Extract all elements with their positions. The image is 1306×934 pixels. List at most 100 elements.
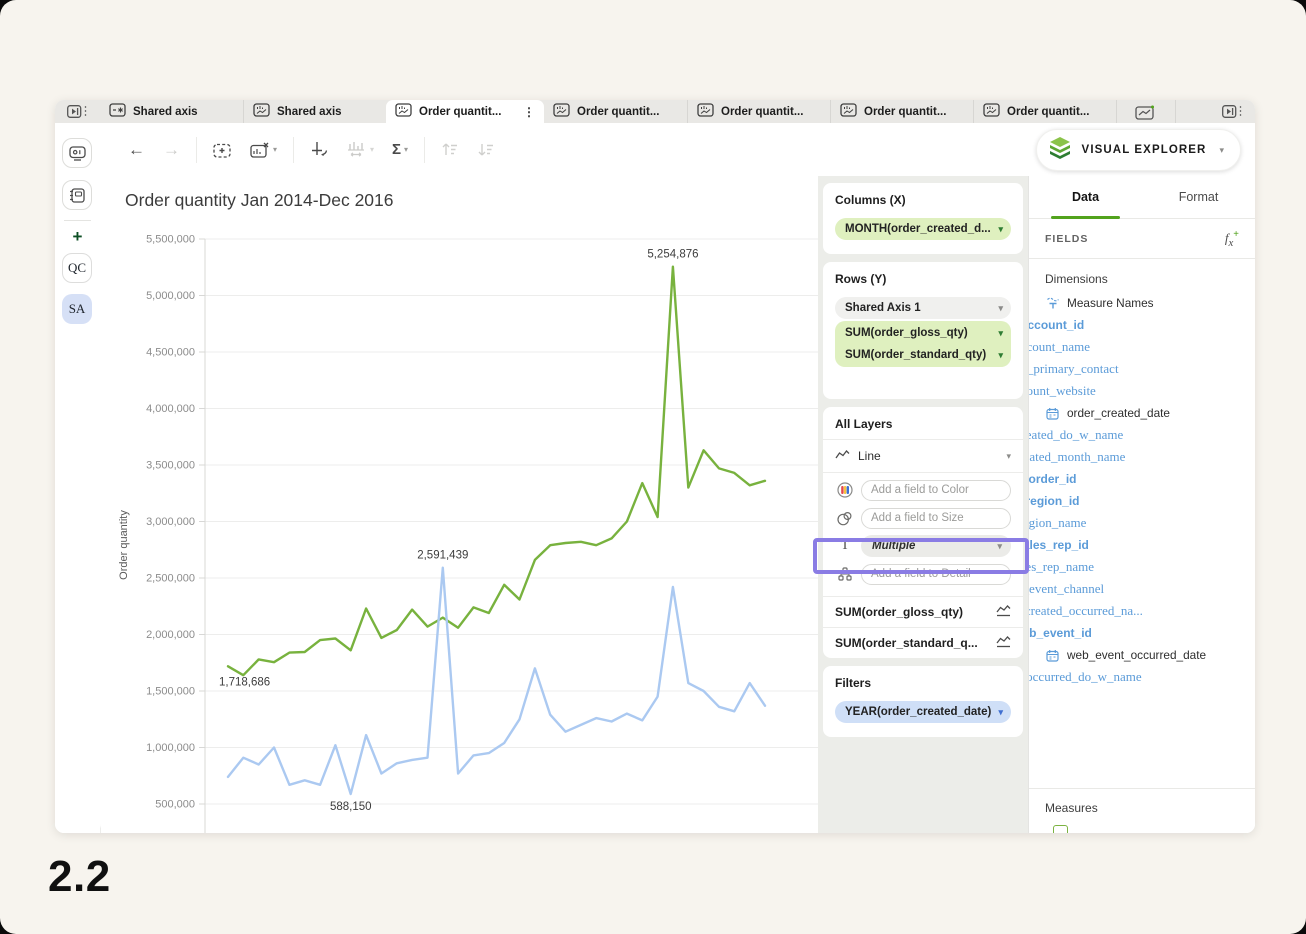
layer-field-row-text: T Multiple▾ — [835, 532, 1011, 560]
rows-field-group: SUM(order_gloss_qty)▾ SUM(order_standard… — [835, 321, 1011, 367]
layer-measure-row-1[interactable]: SUM(order_standard_q... — [823, 627, 1023, 658]
tabs: Shared axisShared axisOrder quantit...⋮O… — [100, 100, 1116, 123]
add-chart-button[interactable] — [213, 142, 232, 158]
data-annotation: 588,150 — [330, 801, 372, 813]
svg-text:5,000,000: 5,000,000 — [146, 290, 195, 302]
tab-4[interactable]: Order quantit... — [687, 100, 830, 123]
aggregate-sigma-button[interactable]: Σ ▾ — [392, 141, 408, 158]
series-line-0[interactable] — [228, 267, 765, 676]
text-field-icon: order_created_month_name — [1045, 449, 1060, 465]
bar-width-button[interactable]: ▾ — [347, 141, 374, 158]
detail-drop-target[interactable]: Add a field to Detail — [861, 564, 1011, 585]
size-drop-target[interactable]: Add a field to Size — [861, 508, 1011, 529]
field-sales-rep-id[interactable]: sales_rep_id — [1045, 534, 1247, 556]
avatar-sa[interactable]: SA — [62, 294, 92, 324]
field-web-event-id[interactable]: web_event_id — [1045, 622, 1247, 644]
measure-names-field-icon — [1045, 296, 1060, 310]
chart-canvas[interactable]: 500,0001,000,0001,500,0002,000,0002,500,… — [100, 228, 818, 833]
visual-explorer-logo-icon — [1047, 135, 1073, 166]
create-calculated-field-icon[interactable]: fx+ — [1225, 229, 1239, 249]
field-web-event-occurred-date[interactable]: web_event_occurred_date — [1045, 644, 1247, 666]
number-field-icon: account_id — [1045, 318, 1060, 332]
rows-field-pill-standard[interactable]: SUM(order_standard_qty)▾ — [835, 344, 1011, 366]
field-account-name[interactable]: account_name — [1045, 336, 1247, 358]
data-panel-tabs: Data Format — [1029, 176, 1255, 219]
undo-button[interactable]: ← — [128, 141, 145, 158]
field-order-created-month-name[interactable]: order_created_month_name — [1045, 446, 1247, 468]
field-sales-rep-name[interactable]: sales_rep_name — [1045, 556, 1247, 578]
series-line-1[interactable] — [228, 568, 765, 794]
text-field-icon: sales_rep_name — [1045, 559, 1060, 575]
rows-field-pill-gloss[interactable]: SUM(order_gloss_qty)▾ — [835, 322, 1011, 344]
tab-3[interactable]: Order quantit... — [544, 100, 687, 123]
tab-5[interactable]: Order quantit... — [830, 100, 973, 123]
tab-menu-kebab-icon[interactable]: ⋮ — [523, 105, 535, 119]
date-field-icon — [1045, 649, 1060, 662]
page-frame: Shared axisShared axisOrder quantit...⋮O… — [0, 0, 1306, 934]
shared-axis-pill[interactable]: Shared Axis 1▾ — [835, 297, 1011, 319]
tab-bar: Shared axisShared axisOrder quantit...⋮O… — [55, 100, 1255, 123]
expand-tab-rail-left-icon[interactable] — [55, 100, 100, 123]
data-annotation: 5,254,876 — [647, 249, 698, 261]
filters-title: Filters — [835, 676, 1011, 690]
add-workbook-button[interactable]: + — [55, 227, 100, 247]
tab-data[interactable]: Data — [1029, 176, 1142, 218]
avatar-qc[interactable]: QC — [62, 253, 92, 283]
viz-icon — [840, 103, 857, 120]
field-web-event-created-occurred-na-[interactable]: web_event_created_occurred_na... — [1045, 600, 1247, 622]
viz-icon — [983, 103, 1000, 120]
sort-descending-button[interactable] — [477, 142, 495, 157]
chevron-down-icon: ▾ — [1219, 145, 1224, 156]
visual-explorer-menu-button[interactable]: VISUAL EXPLORER ▾ — [1036, 129, 1241, 171]
tab-format[interactable]: Format — [1142, 176, 1255, 218]
field-account-website[interactable]: account_website — [1045, 380, 1247, 402]
layer-field-row-detail: Add a field to Detail — [835, 560, 1011, 588]
color-drop-target[interactable]: Add a field to Color — [861, 480, 1011, 501]
columns-field-pill[interactable]: MONTH(order_created_d...▾ — [835, 218, 1011, 240]
filter-pill[interactable]: YEAR(order_created_date)▾ — [835, 701, 1011, 723]
field-region-id[interactable]: region_id — [1045, 490, 1247, 512]
visual-explorer-label: VISUAL EXPLORER — [1082, 144, 1207, 156]
measure-field-icon — [1053, 825, 1068, 833]
field-account-id[interactable]: account_id — [1045, 314, 1247, 336]
mark-type-dropdown[interactable]: Line ▾ — [835, 440, 1011, 472]
presentation-icon[interactable] — [62, 138, 92, 168]
tab-2-active[interactable]: Order quantit...⋮ — [386, 100, 544, 123]
line-mark-icon — [996, 605, 1011, 620]
svg-text:3,000,000: 3,000,000 — [146, 516, 195, 528]
swap-axes-button[interactable] — [310, 141, 329, 159]
redo-button[interactable]: → — [163, 141, 180, 158]
svg-text:Order quantity: Order quantity — [118, 510, 130, 580]
tab-label: Order quantit... — [864, 106, 964, 118]
chevron-down-icon: ▾ — [998, 328, 1003, 339]
remove-chart-button[interactable]: ▾ — [250, 142, 277, 158]
field-Measure-Names[interactable]: Measure Names — [1045, 292, 1247, 314]
rows-card: Rows (Y) Shared Axis 1▾ SUM(order_gloss_… — [823, 262, 1023, 399]
sort-ascending-button[interactable] — [441, 142, 459, 157]
line-mark-icon — [996, 636, 1011, 651]
viz-icon — [553, 103, 570, 120]
expand-tab-rail-right-icon[interactable] — [1210, 100, 1255, 123]
tab-0[interactable]: Shared axis — [100, 100, 243, 123]
text-field-icon: region_name — [1045, 515, 1060, 531]
chevron-down-icon: ▾ — [998, 350, 1003, 361]
layer-field-row-color: Add a field to Color — [835, 476, 1011, 504]
field-web-event-occurred-do-w-name[interactable]: web_event_occurred_do_w_name — [1045, 666, 1247, 688]
text-icon: T — [835, 538, 855, 554]
notebook-icon[interactable] — [62, 180, 92, 210]
field-order-created-date[interactable]: order_created_date — [1045, 402, 1247, 424]
layer-measure-row-0[interactable]: SUM(order_gloss_qty) — [823, 596, 1023, 627]
app-window: Shared axisShared axisOrder quantit...⋮O… — [55, 100, 1255, 833]
field-order-created-do-w-name[interactable]: order_created_do_w_name — [1045, 424, 1247, 446]
field-order-id[interactable]: order_id — [1045, 468, 1247, 490]
tab-6[interactable]: Order quantit... — [973, 100, 1116, 123]
tab-1[interactable]: Shared axis — [243, 100, 386, 123]
field-region-name[interactable]: region_name — [1045, 512, 1247, 534]
field-label: order_created_date — [1067, 406, 1170, 420]
new-visualization-button[interactable] — [1116, 100, 1176, 123]
tab-label: Shared axis — [277, 106, 377, 118]
chevron-down-icon: ▾ — [998, 707, 1003, 718]
field-account-primary-contact[interactable]: account_primary_contact — [1045, 358, 1247, 380]
text-dropdown[interactable]: Multiple▾ — [861, 535, 1011, 557]
field-web-event-channel[interactable]: web_event_channel — [1045, 578, 1247, 600]
